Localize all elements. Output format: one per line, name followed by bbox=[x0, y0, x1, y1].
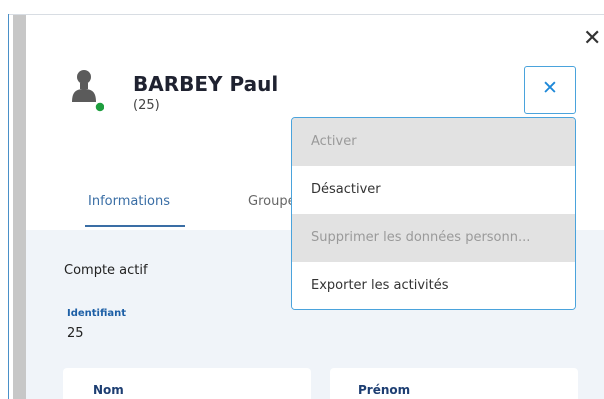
user-name: BARBEY Paul bbox=[133, 72, 279, 96]
scrollbar[interactable] bbox=[13, 15, 26, 399]
user-id: (25) bbox=[133, 98, 160, 113]
prenom-label: Prénom bbox=[358, 383, 411, 397]
menu-item-exporter-activites[interactable]: Exporter les activités bbox=[292, 262, 575, 309]
actions-menu-button[interactable]: ✕ bbox=[524, 66, 576, 114]
actions-dropdown: Activer Désactiver Supprimer les données… bbox=[291, 117, 576, 310]
left-focus-edge bbox=[8, 14, 9, 399]
nom-label: Nom bbox=[93, 383, 124, 397]
nom-field-card: Nom bbox=[63, 368, 311, 399]
menu-item-activer[interactable]: Activer bbox=[292, 118, 575, 166]
identifier-value: 25 bbox=[67, 326, 84, 341]
tab-informations[interactable]: Informations bbox=[88, 194, 170, 209]
modal-frame: ✕ BARBEY Paul (25) Informations Groupe C… bbox=[0, 0, 604, 399]
account-status: Compte actif bbox=[64, 263, 148, 278]
prenom-field-card: Prénom bbox=[330, 368, 578, 399]
tab-groupe[interactable]: Groupe bbox=[248, 194, 296, 209]
user-avatar-icon bbox=[70, 68, 106, 113]
menu-item-supprimer-donnees[interactable]: Supprimer les données personn... bbox=[292, 214, 575, 262]
menu-item-desactiver[interactable]: Désactiver bbox=[292, 166, 575, 214]
user-silhouette-icon bbox=[72, 70, 106, 113]
close-icon[interactable]: ✕ bbox=[583, 28, 601, 50]
active-tab-indicator bbox=[85, 225, 185, 227]
identifier-label: Identifiant bbox=[67, 308, 127, 319]
close-menu-icon: ✕ bbox=[542, 77, 558, 99]
